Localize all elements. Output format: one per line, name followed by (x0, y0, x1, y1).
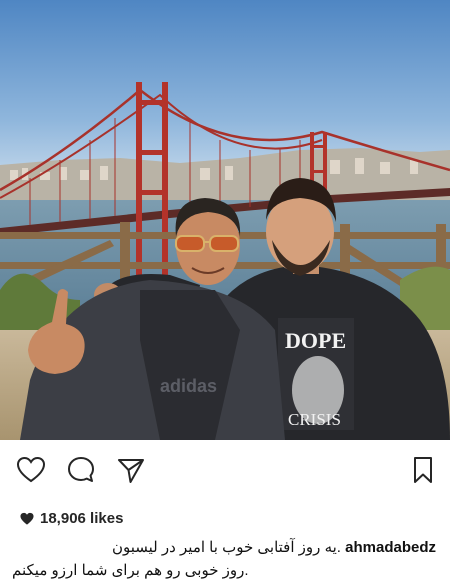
heart-filled-icon (20, 512, 34, 526)
comment-bubble-icon[interactable] (66, 455, 96, 485)
likes-text: 18,906 likes (40, 510, 124, 527)
likes-count[interactable]: 18,906 likes (20, 510, 123, 527)
shirt-text-top: DOPE (285, 328, 346, 353)
instagram-post: DOPE CRISIS adidas 18,906 likes ahmadabe… (0, 0, 450, 588)
caption-line-1: ahmadabedz .یه روز آفتابی خوب با امیر در… (12, 536, 436, 559)
caption-line-2: .روز خوبی رو هم برای شما ارزو میکنم (12, 559, 436, 582)
post-action-bar (0, 449, 450, 491)
shirt-text-bottom: CRISIS (288, 410, 341, 429)
post-caption: ahmadabedz .یه روز آفتابی خوب با امیر در… (12, 536, 436, 582)
caption-username[interactable]: ahmadabedz (345, 539, 436, 556)
paper-plane-icon[interactable] (116, 455, 146, 485)
caption-text-2: .روز خوبی رو هم برای شما ارزو میکنم (12, 562, 249, 579)
post-photo[interactable]: DOPE CRISIS adidas (0, 0, 450, 440)
jacket-logo-text: adidas (160, 376, 217, 396)
caption-text-1: .یه روز آفتابی خوب با امیر در لیسبون (111, 539, 341, 556)
bookmark-icon[interactable] (408, 455, 438, 485)
heart-outline-icon[interactable] (16, 455, 46, 485)
photo-illustration: DOPE CRISIS adidas (0, 0, 450, 440)
